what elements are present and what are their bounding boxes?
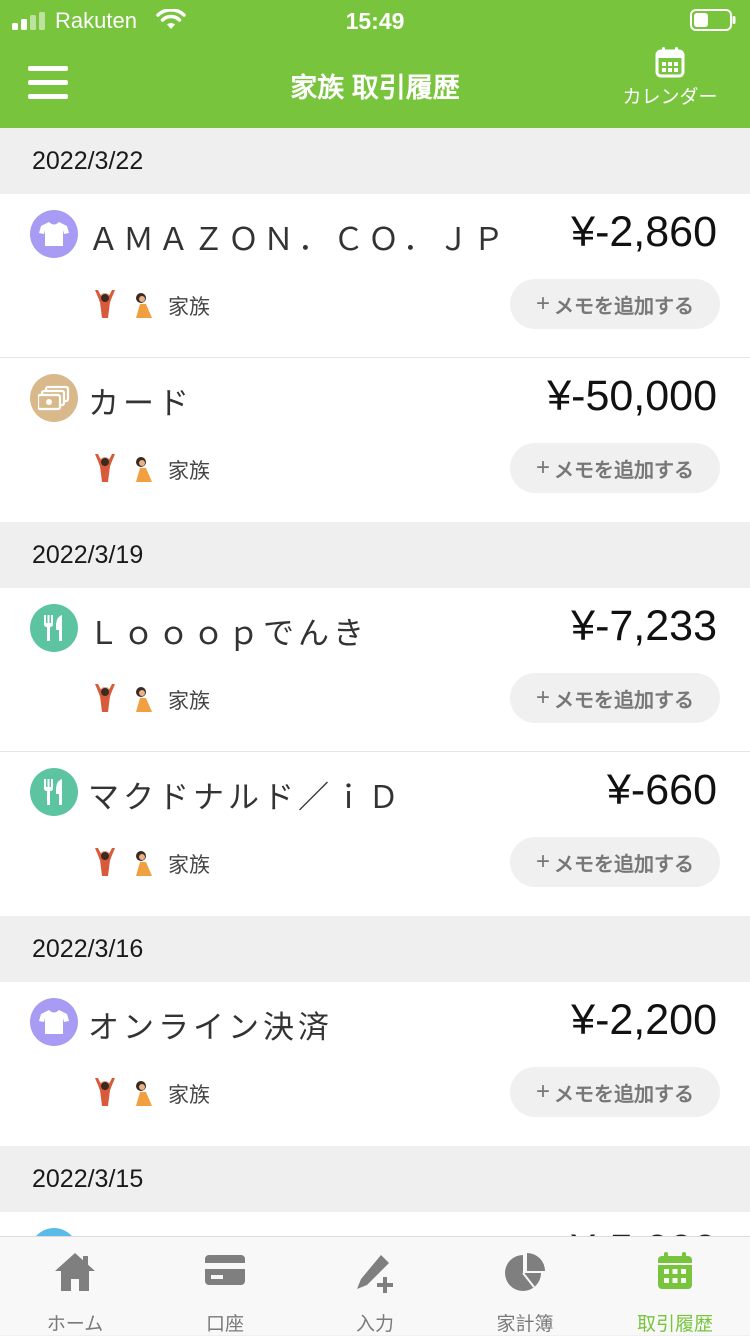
add-memo-button[interactable]: + メモを追加する	[510, 1067, 720, 1117]
merchant-name: マクドナルド／ｉＤ	[88, 780, 403, 815]
plus-icon: +	[535, 454, 550, 481]
app-header: Rakuten 15:49 家族 取引履歴 カレンダー	[0, 0, 750, 128]
father-avatar-icon	[95, 454, 115, 482]
plus-icon: +	[535, 1078, 550, 1105]
fork-knife-icon	[30, 604, 78, 652]
shirt-icon	[30, 998, 78, 1046]
calendar-label: カレンダー	[622, 87, 718, 108]
fork-knife-icon	[30, 768, 78, 816]
plus-icon: +	[535, 290, 550, 317]
tab-input[interactable]: 入力	[300, 1237, 450, 1335]
transaction-row[interactable]: ¥-5,000	[0, 1212, 750, 1236]
shirt-icon	[30, 210, 78, 258]
tab-label: 取引履歴	[636, 1314, 713, 1335]
tab-home[interactable]: ホーム	[0, 1237, 150, 1335]
add-memo-label: メモを追加する	[554, 459, 694, 482]
father-avatar-icon	[95, 1078, 115, 1106]
bottom-tab-bar: ホーム 口座 入力 家計簿 取引履歴	[0, 1236, 750, 1335]
tab-label: 入力	[355, 1314, 394, 1335]
mother-avatar-icon	[136, 457, 152, 482]
add-memo-button[interactable]: + メモを追加する	[510, 837, 720, 887]
owner-label: 家族	[168, 460, 210, 483]
credit-card-icon	[205, 1255, 245, 1285]
pie-chart-icon	[505, 1253, 545, 1291]
transaction-amount: ¥-660	[607, 766, 717, 814]
plus-icon: +	[535, 848, 550, 875]
owner-label: 家族	[168, 854, 210, 877]
father-avatar-icon	[95, 290, 115, 318]
add-memo-button[interactable]: + メモを追加する	[510, 279, 720, 329]
date-header: 2022/3/19	[0, 522, 750, 588]
transaction-row[interactable]: マクドナルド／ｉＤ ¥-660 家族 + メモを追加する	[0, 752, 750, 916]
transaction-row[interactable]: カード ¥-50,000 家族 + メモを追加する	[0, 358, 750, 522]
calendar-icon	[655, 47, 685, 78]
tab-label: ホーム	[46, 1314, 104, 1335]
tab-label: 口座	[205, 1314, 244, 1335]
pen-plus-icon	[357, 1255, 393, 1293]
owner-label: 家族	[168, 296, 210, 319]
tab-household-book[interactable]: 家計簿	[450, 1237, 600, 1335]
transaction-amount: ¥-50,000	[547, 372, 717, 420]
transaction-row[interactable]: Ｌｏｏｏｐでんき ¥-7,233 家族 + メモを追加する	[0, 588, 750, 752]
transaction-amount: ¥-2,200	[571, 996, 717, 1044]
date-header: 2022/3/15	[0, 1146, 750, 1212]
father-avatar-icon	[95, 684, 115, 712]
add-memo-button[interactable]: + メモを追加する	[510, 673, 720, 723]
status-time: 15:49	[345, 8, 405, 34]
tab-accounts[interactable]: 口座	[150, 1237, 300, 1335]
merchant-name: ＡＭＡＺＯＮ．ＣＯ．ＪＰ	[88, 222, 508, 257]
merchant-name: カード	[88, 386, 193, 421]
transaction-list[interactable]: 2022/3/22 ＡＭＡＺＯＮ．ＣＯ．ＪＰ ¥-2,860 家族 + メモを追加…	[0, 128, 750, 1236]
transaction-amount: ¥-5,000	[571, 1226, 717, 1236]
status-bar: Rakuten 15:49	[0, 0, 750, 40]
owner-label: 家族	[168, 690, 210, 713]
calendar-button[interactable]: カレンダー	[610, 46, 730, 116]
transaction-row[interactable]: ＡＭＡＺＯＮ．ＣＯ．ＪＰ ¥-2,860 家族 + メモを追加する	[0, 194, 750, 358]
mother-avatar-icon	[136, 1081, 152, 1106]
add-memo-label: メモを追加する	[554, 1083, 694, 1106]
plus-icon: +	[535, 684, 550, 711]
mother-avatar-icon	[136, 293, 152, 318]
add-memo-label: メモを追加する	[554, 853, 694, 876]
mother-avatar-icon	[136, 851, 152, 876]
transaction-amount: ¥-2,860	[571, 208, 717, 256]
add-memo-label: メモを追加する	[554, 295, 694, 318]
add-memo-button[interactable]: + メモを追加する	[510, 443, 720, 493]
home-icon	[55, 1253, 95, 1291]
father-avatar-icon	[95, 848, 115, 876]
date-header: 2022/3/16	[0, 916, 750, 982]
transaction-row[interactable]: オンライン決済 ¥-2,200 家族 + メモを追加する	[0, 982, 750, 1146]
tab-transaction-history[interactable]: 取引履歴	[600, 1237, 750, 1335]
tab-label: 家計簿	[496, 1314, 554, 1335]
battery-icon	[690, 9, 736, 31]
owner-label: 家族	[168, 1084, 210, 1107]
add-memo-label: メモを追加する	[554, 689, 694, 712]
utility-icon	[30, 1228, 78, 1236]
transaction-amount: ¥-7,233	[571, 602, 717, 650]
money-cards-icon	[30, 374, 78, 422]
calendar-grid-icon	[658, 1252, 692, 1289]
mother-avatar-icon	[136, 687, 152, 712]
merchant-name: Ｌｏｏｏｐでんき	[88, 616, 368, 651]
date-header: 2022/3/22	[0, 128, 750, 194]
merchant-name: オンライン決済	[88, 1010, 333, 1045]
